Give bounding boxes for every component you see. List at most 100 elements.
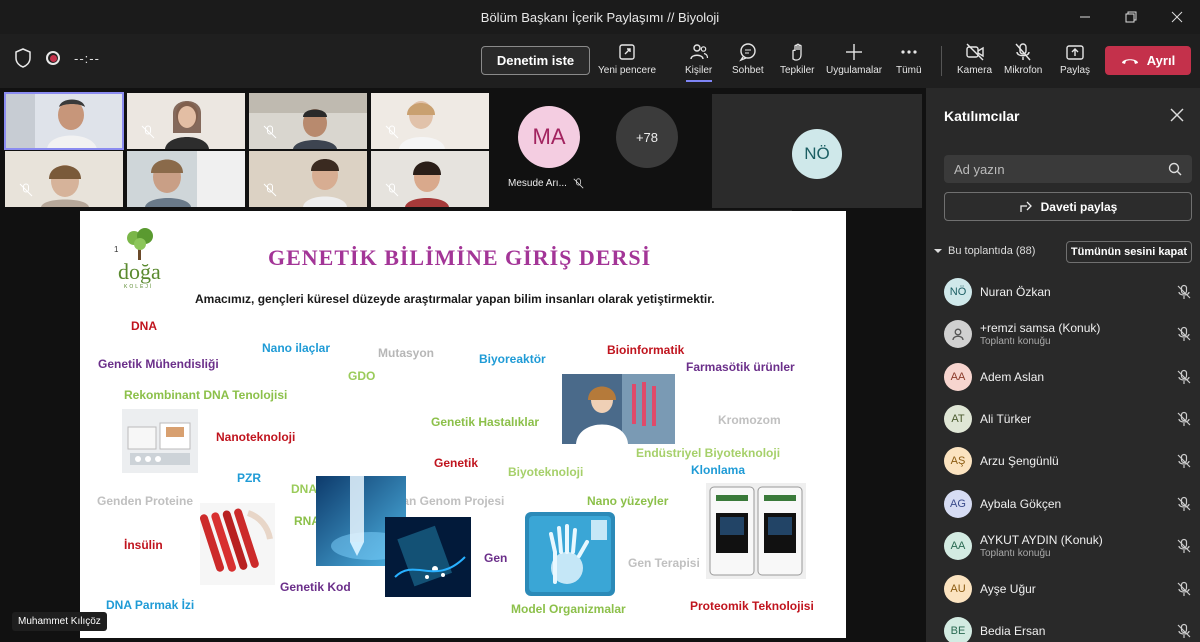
participant-tile-no[interactable]: NÖ [712, 94, 922, 208]
section-label: Bu toplantıda (88) [948, 245, 1036, 257]
person-video [371, 93, 489, 149]
reactions-label: Tepkiler [780, 65, 815, 76]
request-control-button[interactable]: Denetim iste [481, 46, 590, 75]
participant-row[interactable]: NÖ Nuran Özkan [944, 272, 1192, 312]
share-invite-button[interactable]: Daveti paylaş [944, 192, 1192, 221]
mic-off-icon [263, 125, 277, 139]
close-window-icon[interactable] [1154, 0, 1200, 34]
mic-off-icon[interactable] [1176, 369, 1192, 385]
people-button[interactable]: Kişiler [685, 42, 712, 82]
mic-off-icon[interactable] [1176, 411, 1192, 427]
gene-chip-image [706, 483, 806, 579]
more-participants-button[interactable]: +78 [616, 106, 678, 168]
mic-off-icon [573, 178, 584, 189]
shield-icon[interactable] [14, 48, 32, 68]
participant-row[interactable]: AA Adem Aslan [944, 357, 1192, 397]
share-button[interactable]: Paylaş [1060, 42, 1090, 76]
plus-icon [846, 44, 863, 60]
popout-button[interactable]: Yeni pencere [598, 42, 656, 76]
participant-info: Ali Türker [980, 412, 1176, 426]
mic-off-icon[interactable] [1176, 284, 1192, 300]
reactions-icon [792, 43, 802, 61]
term: Biyoreaktör [479, 352, 546, 366]
term: Genetik Mühendisliği [98, 357, 219, 371]
toolbar-left: --:-- [14, 48, 100, 68]
microphone-button[interactable]: Mikrofon [1004, 42, 1042, 76]
term: Genetik Kod [280, 580, 351, 594]
avatar: BE [944, 617, 972, 642]
term: Kromozom [718, 413, 781, 427]
person-video [249, 151, 367, 207]
video-tile[interactable] [249, 93, 367, 149]
participant-name: Bedia Ersan [980, 624, 1046, 638]
term: Endüstriyel Biyoteknoloji [636, 446, 781, 460]
search-input[interactable] [954, 161, 1168, 177]
minimize-icon[interactable] [1062, 0, 1108, 34]
chat-button[interactable]: Sohbet [732, 42, 764, 76]
logo-subtext: KOLEJİ [124, 284, 154, 290]
participant-tile-ma[interactable]: MA Mesude Arı... [494, 88, 612, 208]
participant-row[interactable]: AA AYKUT AYDIN (Konuk) Toplantı konuğu [944, 526, 1192, 566]
person-video [5, 93, 123, 149]
mic-off-icon[interactable] [1176, 623, 1192, 639]
hand-scan-image [525, 512, 615, 596]
panel-title: Katılımcılar [944, 108, 1020, 124]
term: Bioinformatik [607, 343, 685, 357]
mic-off-icon [385, 125, 399, 139]
participant-name-text: Mesude Arı... [508, 178, 567, 189]
participant-row[interactable]: AŞ Arzu Şengünlü [944, 441, 1192, 481]
mic-off-icon [1015, 43, 1031, 61]
camera-label: Kamera [957, 65, 993, 76]
chat-label: Sohbet [732, 65, 764, 76]
phone-hangup-icon [1121, 58, 1138, 64]
mic-off-icon[interactable] [1176, 453, 1192, 469]
participant-row[interactable]: AT Ali Türker [944, 399, 1192, 439]
video-tile[interactable] [371, 151, 489, 207]
video-tile[interactable] [4, 92, 124, 150]
search-icon[interactable] [1168, 162, 1182, 176]
mic-off-icon[interactable] [1176, 496, 1192, 512]
in-meeting-section-toggle[interactable]: Bu toplantıda (88) [934, 245, 1035, 257]
share-label: Paylaş [1060, 65, 1091, 76]
video-tile[interactable] [371, 93, 489, 149]
participant-row[interactable]: AG Aybala Gökçen [944, 484, 1192, 524]
apps-button[interactable]: Uygulamalar [826, 42, 882, 76]
share-icon [1019, 201, 1032, 212]
video-tile[interactable] [249, 151, 367, 207]
toolbar-divider [941, 46, 942, 76]
term: Genetik Hastalıklar [431, 415, 540, 429]
reactions-button[interactable]: Tepkiler [780, 42, 814, 76]
leave-button[interactable]: Ayrıl [1105, 46, 1191, 75]
participant-info: Arzu Şengünlü [980, 454, 1176, 468]
mic-off-icon[interactable] [1176, 581, 1192, 597]
maximize-icon[interactable] [1108, 0, 1154, 34]
video-tile[interactable] [127, 93, 245, 149]
participant-row[interactable]: BE Bedia Ersan [944, 611, 1192, 642]
mute-all-button[interactable]: Tümünün sesini kapat [1066, 241, 1192, 263]
mic-off-icon [263, 183, 277, 197]
term: DNA Parmak İzi [106, 598, 195, 612]
window-title: Bölüm Başkanı İçerik Paylaşımı // Biyolo… [480, 9, 720, 25]
mic-off-icon[interactable] [1176, 326, 1192, 342]
search-box[interactable] [944, 155, 1192, 183]
chevron-down-icon [934, 249, 942, 253]
participant-info: Ayşe Uğur [980, 582, 1176, 596]
close-icon[interactable] [1170, 108, 1184, 122]
camera-button[interactable]: Kamera [957, 42, 992, 76]
logo-text: doğa [118, 259, 161, 284]
participant-name: AYKUT AYDIN (Konuk) [980, 533, 1103, 547]
avatar: AG [944, 490, 972, 518]
avatar: MA [518, 106, 580, 168]
participant-name: Nuran Özkan [980, 285, 1051, 299]
mic-off-icon[interactable] [1176, 538, 1192, 554]
scientist-image [562, 374, 675, 444]
avatar: NÖ [792, 129, 842, 179]
participant-row[interactable]: +remzi samsa (Konuk) Toplantı konuğu [944, 314, 1192, 354]
popout-icon [619, 44, 635, 60]
chat-icon [739, 43, 756, 62]
video-tile[interactable] [5, 151, 123, 207]
meeting-toolbar: --:-- Denetim iste Yeni pencere Kişiler … [0, 34, 1200, 88]
video-tile[interactable] [127, 151, 245, 207]
participant-row[interactable]: AU Ayşe Uğur [944, 569, 1192, 609]
more-actions-button[interactable]: Tümü [896, 42, 922, 76]
